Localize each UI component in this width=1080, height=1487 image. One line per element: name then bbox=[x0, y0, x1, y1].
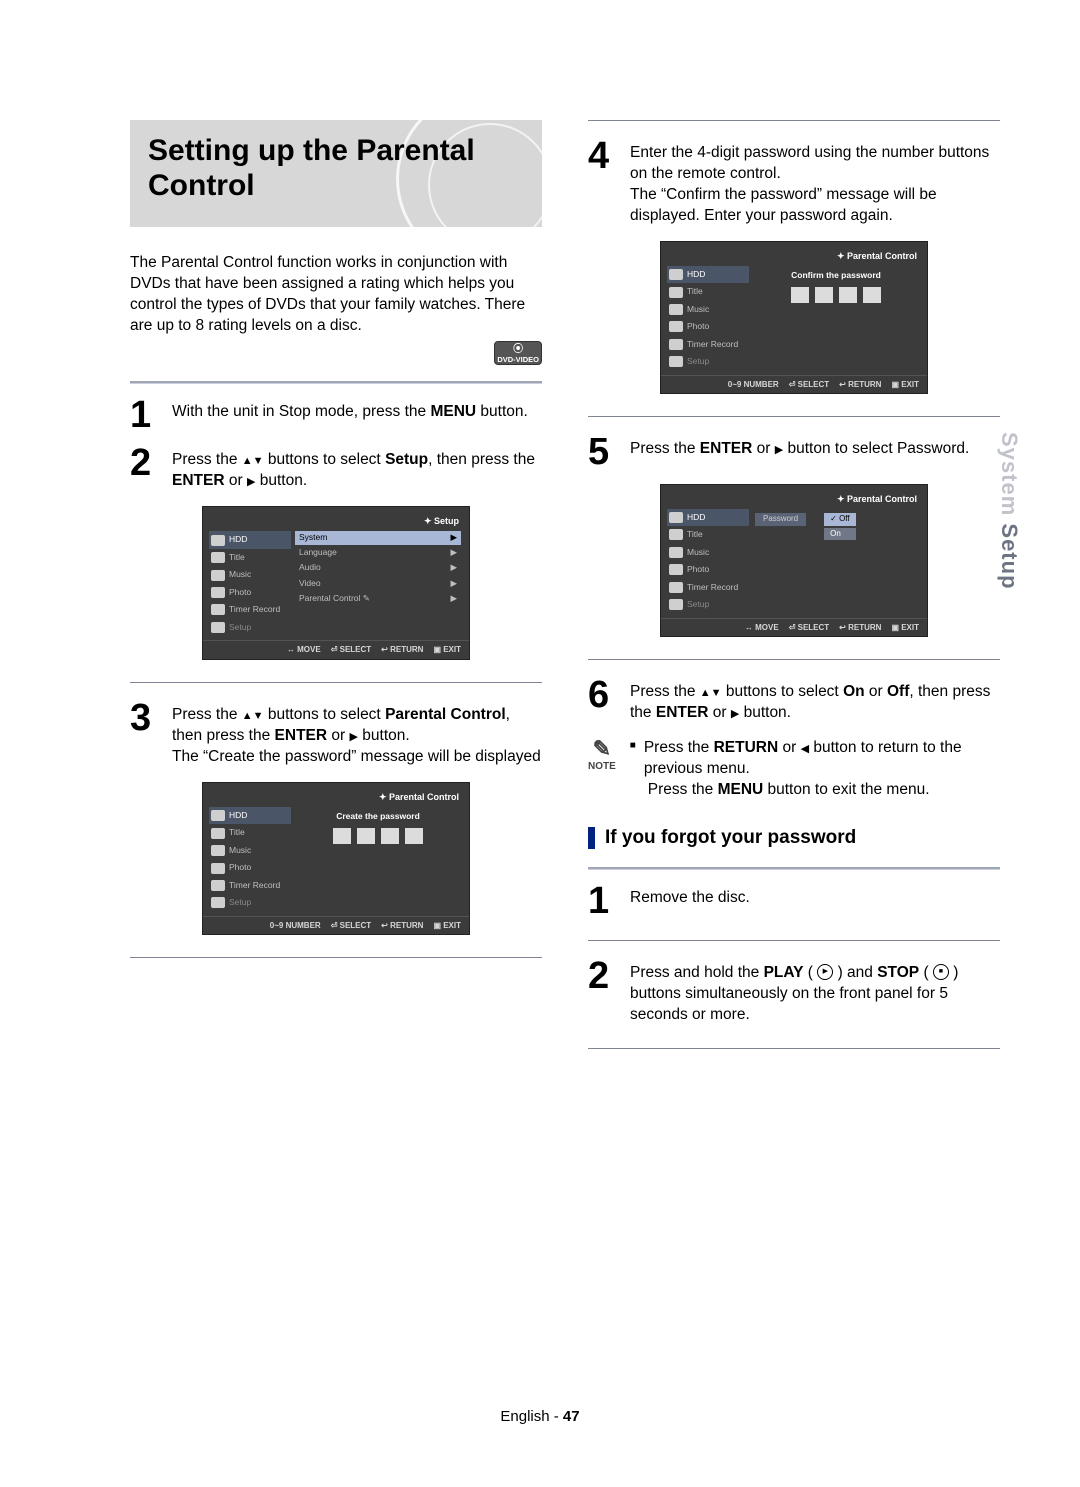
page-title: Setting up the Parental Control bbox=[148, 134, 524, 203]
forgot-step-1: 1 Remove the disc. bbox=[588, 884, 1000, 918]
step-6-text: Press the buttons to select On or Off, t… bbox=[630, 678, 1000, 724]
step-6: 6 Press the buttons to select On or Off,… bbox=[588, 678, 1000, 724]
step-1: 1 With the unit in Stop mode, press the … bbox=[130, 398, 542, 432]
osd-confirm-password: Parental Control HDD Title Music Photo T… bbox=[660, 241, 928, 395]
divider bbox=[130, 381, 542, 384]
osd-create-password: Parental Control HDD Title Music Photo T… bbox=[202, 782, 470, 936]
chapter-tab: System Setup bbox=[994, 432, 1024, 590]
divider bbox=[588, 867, 1000, 870]
dvd-video-badge: ⦿DVD-VIDEO bbox=[494, 341, 542, 366]
step-3-text: Press the buttons to select Parental Con… bbox=[172, 701, 542, 768]
note-block: ✎ NOTE Press the RETURN or button to ret… bbox=[588, 738, 1000, 801]
step-5-text: Press the ENTER or button to select Pass… bbox=[630, 435, 1000, 469]
step-3: 3 Press the buttons to select Parental C… bbox=[130, 701, 542, 768]
page-footer: English - 47 bbox=[0, 1407, 1080, 1427]
step-2-text: Press the buttons to select Setup, then … bbox=[172, 446, 542, 492]
divider bbox=[588, 120, 1000, 121]
note-icon: ✎ NOTE bbox=[588, 738, 616, 774]
intro-paragraph: The Parental Control function works in c… bbox=[130, 253, 542, 337]
osd-setup-menu: Setup HDD Title Music Photo Timer Record… bbox=[202, 506, 470, 660]
divider bbox=[130, 682, 542, 683]
osd-password-on-off: Parental Control HDD Title Music Photo T… bbox=[660, 484, 928, 638]
divider bbox=[130, 957, 542, 958]
divider bbox=[588, 940, 1000, 941]
section-title-banner: Setting up the Parental Control bbox=[130, 120, 542, 227]
divider bbox=[588, 416, 1000, 417]
step-4-text: Enter the 4-digit password using the num… bbox=[630, 139, 1000, 227]
step-1-text: With the unit in Stop mode, press the ME… bbox=[172, 398, 542, 432]
divider bbox=[588, 659, 1000, 660]
left-column: Setting up the Parental Control The Pare… bbox=[130, 120, 542, 1067]
forgot-password-heading: If you forgot your password bbox=[588, 825, 1000, 851]
step-5: 5 Press the ENTER or button to select Pa… bbox=[588, 435, 1000, 469]
osd-sidebar: HDD Title Music Photo Timer Record Setup bbox=[203, 531, 291, 636]
right-column: 4 Enter the 4-digit password using the n… bbox=[588, 120, 1000, 1067]
step-2: 2 Press the buttons to select Setup, the… bbox=[130, 446, 542, 492]
divider bbox=[588, 1048, 1000, 1049]
forgot-step-2: 2 Press and hold the PLAY ( ) and STOP (… bbox=[588, 959, 1000, 1026]
note-line-2: Press the MENU button to exit the menu. bbox=[630, 780, 1000, 801]
step-4: 4 Enter the 4-digit password using the n… bbox=[588, 139, 1000, 227]
note-line-1: Press the RETURN or button to return to … bbox=[644, 738, 1000, 780]
